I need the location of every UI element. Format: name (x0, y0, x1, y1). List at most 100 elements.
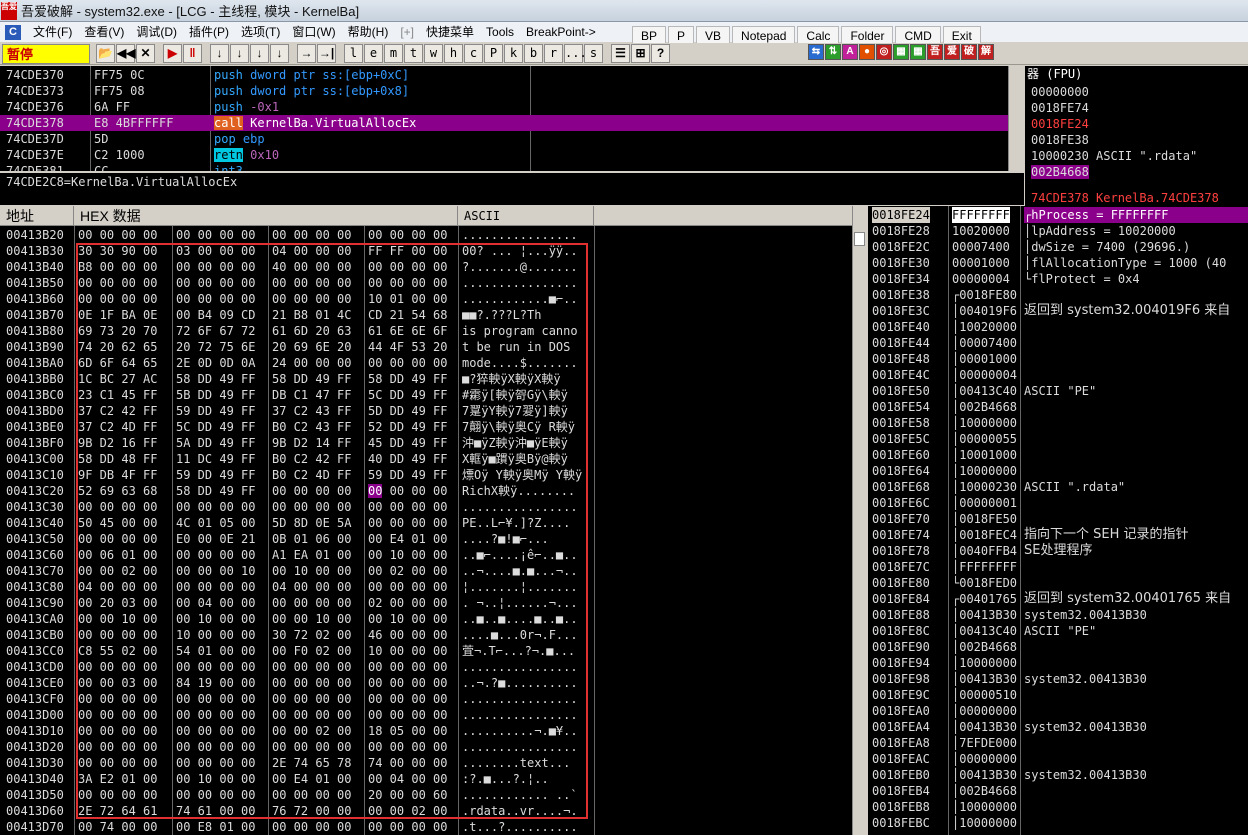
view-toggle-button[interactable]: l (344, 44, 363, 63)
disasm-row[interactable]: 74CDE37E C2 1000 retn 0x10 (0, 147, 1008, 163)
menu-item[interactable]: 调试(D) (130, 23, 183, 41)
view-toggle-button[interactable]: ... (564, 44, 587, 63)
plugin-icon[interactable]: ◎ (876, 44, 892, 60)
dump-row[interactable]: 00413D60 2E 72 64 61 74 61 00 00 76 72 00 0… (0, 803, 852, 819)
stack-row[interactable]: 0018FE40 │10020000 (868, 319, 1248, 335)
view-toggle-button[interactable]: r (544, 44, 563, 63)
dump-row[interactable]: 00413B80 69 73 20 70 72 6F 67 72 61 6D 20 6… (0, 323, 852, 339)
view-toggle-button[interactable]: e (364, 44, 383, 63)
dump-row[interactable]: 00413D20 00 00 00 00 00 00 00 00 00 00 00 0… (0, 739, 852, 755)
dump-row[interactable]: 00413D40 3A E2 01 00 00 10 00 00 00 E4 01 0… (0, 771, 852, 787)
toolbar-button[interactable]: ✕ (136, 44, 155, 63)
disasm-row[interactable]: 74CDE381 CC int3 (0, 163, 1008, 171)
stack-row[interactable]: 0018FE5C │00000055 (868, 431, 1248, 447)
plugin-icon[interactable]: 破 (961, 44, 977, 60)
dump-row[interactable]: 00413B70 0E 1F BA 0E 00 B4 09 CD 21 B8 01 4… (0, 307, 852, 323)
menu-item[interactable]: 帮助(H) (342, 23, 395, 41)
dump-row[interactable]: 00413D50 00 00 00 00 00 00 00 00 00 00 00 0… (0, 787, 852, 803)
stack-row[interactable]: 0018FE28 10020000 │lpAddress = 10020000 (868, 223, 1248, 239)
dump-scrollbar[interactable] (852, 206, 866, 835)
toolbar-button[interactable]: ‖ (183, 44, 202, 63)
register-row[interactable]: 0018FE24 (1025, 116, 1089, 132)
dump-row[interactable]: 00413B30 30 30 90 00 03 00 00 00 04 00 00 0… (0, 243, 852, 259)
stack-row[interactable]: 0018FE7C │FFFFFFFF (868, 559, 1248, 575)
dump-row[interactable]: 00413BC0 23 C1 45 FF 5B DD 49 FF DB C1 47 F… (0, 387, 852, 403)
view-toggle-button[interactable]: w (424, 44, 443, 63)
view-toggle-button[interactable]: t (404, 44, 423, 63)
dump-row[interactable]: 00413D10 00 00 00 00 00 00 00 00 00 00 02 0… (0, 723, 852, 739)
dump-row[interactable]: 00413C80 04 00 00 00 00 00 00 00 04 00 00 0… (0, 579, 852, 595)
dump-row[interactable]: 00413CA0 00 00 10 00 00 10 00 00 00 00 10 0… (0, 611, 852, 627)
menu-item[interactable]: 插件(P) (183, 23, 235, 41)
stack-row[interactable]: 0018FE44 │00007400 (868, 335, 1248, 351)
stack-row[interactable]: 0018FEA0 │00000000 (868, 703, 1248, 719)
stack-row[interactable]: 0018FEB4 │002B4668 (868, 783, 1248, 799)
dump-row[interactable]: 00413B90 74 20 62 65 20 72 75 6E 20 69 6E 2… (0, 339, 852, 355)
toolbar-button[interactable]: ↓ (230, 44, 249, 63)
stack-row[interactable]: 0018FEA4 │00413B30 system32.00413B30 (868, 719, 1248, 735)
plugin-icon[interactable]: ● (859, 44, 875, 60)
toolbar-button[interactable]: ↓ (270, 44, 289, 63)
stack-row[interactable]: 0018FEAC │00000000 (868, 751, 1248, 767)
dump-row[interactable]: 00413CC0 C8 55 02 00 54 01 00 00 00 F0 02 0… (0, 643, 852, 659)
disasm-row[interactable]: 74CDE378 E8 4BFFFFFF call KernelBa.Virtual… (0, 115, 1008, 131)
view-toggle-button[interactable]: s (584, 44, 603, 63)
register-row[interactable]: 0018FE38 (1025, 132, 1089, 148)
register-row[interactable]: 00000000 (1025, 84, 1089, 100)
stack-row[interactable]: 0018FE2C 00007400 │dwSize = 7400 (29696.) (868, 239, 1248, 255)
stack-row[interactable]: 0018FE34 00000004 └flProtect = 0x4 (868, 271, 1248, 287)
dump-ascii-header[interactable]: ASCII (458, 206, 594, 226)
stack-row[interactable]: 0018FE68 │10000230 ASCII ".rdata" (868, 479, 1248, 495)
dump-row[interactable]: 00413B40 B8 00 00 00 00 00 00 00 40 00 00 0… (0, 259, 852, 275)
stack-row[interactable]: 0018FE70 │0018FE50 (868, 511, 1248, 527)
toolbar-button[interactable]: 📂 (96, 44, 115, 63)
dump-row[interactable]: 00413C90 00 20 03 00 00 04 00 00 00 00 00 0… (0, 595, 852, 611)
menu-item[interactable]: BreakPoint-> (520, 23, 602, 41)
dump-row[interactable]: 00413D30 00 00 00 00 00 00 00 00 2E 74 65 7… (0, 755, 852, 771)
view-toggle-button[interactable]: m (384, 44, 403, 63)
plugin-icon[interactable]: ⇆ (808, 44, 824, 60)
toolbar-button[interactable]: →| (317, 44, 336, 63)
view-toggle-button[interactable]: k (504, 44, 523, 63)
stack-row[interactable]: 0018FE58 │10000000 (868, 415, 1248, 431)
register-row[interactable]: 0018FE74 (1025, 100, 1089, 116)
menu-item[interactable]: 快捷菜单 (420, 23, 480, 41)
plugin-icon[interactable]: ⇅ (825, 44, 841, 60)
toolbar-button[interactable]: ◀◀ (116, 44, 135, 63)
stack-row[interactable]: 0018FE60 │10001000 (868, 447, 1248, 463)
menu-item[interactable]: 窗口(W) (286, 23, 341, 41)
dump-row[interactable]: 00413C00 58 DD 48 FF 11 DC 49 FF B0 C2 42 F… (0, 451, 852, 467)
disasm-row[interactable]: 74CDE376 6A FF push -0x1 (0, 99, 1008, 115)
dump-row[interactable]: 00413CE0 00 00 03 00 84 19 00 00 00 00 00 0… (0, 675, 852, 691)
dump-row[interactable]: 00413BB0 1C BC 27 AC 58 DD 49 FF 58 DD 49 F… (0, 371, 852, 387)
plugin-icon[interactable]: ▦ (910, 44, 926, 60)
stack-row[interactable]: 0018FE64 │10000000 (868, 463, 1248, 479)
stack-row[interactable]: 0018FE74 │0018FEC4 指向下一个 SEH 记录的指针 (868, 527, 1248, 543)
dump-row[interactable]: 00413C60 00 06 01 00 00 00 00 00 A1 EA 01 0… (0, 547, 852, 563)
stack-row[interactable]: 0018FE24 FFFFFFFF ┌hProcess = FFFFFFFF (868, 207, 1248, 223)
cpu-window-icon[interactable]: C (5, 24, 21, 40)
stack-row[interactable]: 0018FE6C │00000001 (868, 495, 1248, 511)
dump-row[interactable]: 00413BE0 37 C2 4D FF 5C DD 49 FF B0 C2 43 F… (0, 419, 852, 435)
toolbar-extra-button[interactable]: ⊞ (631, 44, 650, 63)
dump-row[interactable]: 00413CF0 00 00 00 00 00 00 00 00 00 00 00 0… (0, 691, 852, 707)
toolbar-extra-button[interactable]: ☰ (611, 44, 630, 63)
menu-item[interactable]: 查看(V) (78, 23, 130, 41)
stack-row[interactable]: 0018FE9C │00000510 (868, 687, 1248, 703)
menu-item[interactable]: 选项(T) (235, 23, 286, 41)
dump-row[interactable]: 00413BF0 9B D2 16 FF 5A DD 49 FF 9B D2 14 F… (0, 435, 852, 451)
stack-row[interactable]: 0018FEB0 │00413B30 system32.00413B30 (868, 767, 1248, 783)
toolbar-extra-button[interactable]: ? (651, 44, 670, 63)
dump-row[interactable]: 00413BD0 37 C2 42 FF 59 DD 49 FF 37 C2 43 F… (0, 403, 852, 419)
register-row[interactable]: 002B4668 (1025, 164, 1089, 180)
stack-row[interactable]: 0018FE54 │002B4668 (868, 399, 1248, 415)
stack-row[interactable]: 0018FEB8 │10000000 (868, 799, 1248, 815)
stack-row[interactable]: 0018FEA8 │7EFDE000 (868, 735, 1248, 751)
view-toggle-button[interactable]: h (444, 44, 463, 63)
stack-row[interactable]: 0018FE80 └0018FED0 (868, 575, 1248, 591)
view-toggle-button[interactable]: c (464, 44, 483, 63)
dump-row[interactable]: 00413CD0 00 00 00 00 00 00 00 00 00 00 00 0… (0, 659, 852, 675)
plugin-icon[interactable]: 吾 (927, 44, 943, 60)
plugin-icon[interactable]: 解 (978, 44, 994, 60)
stack-row[interactable]: 0018FE4C │00000004 (868, 367, 1248, 383)
